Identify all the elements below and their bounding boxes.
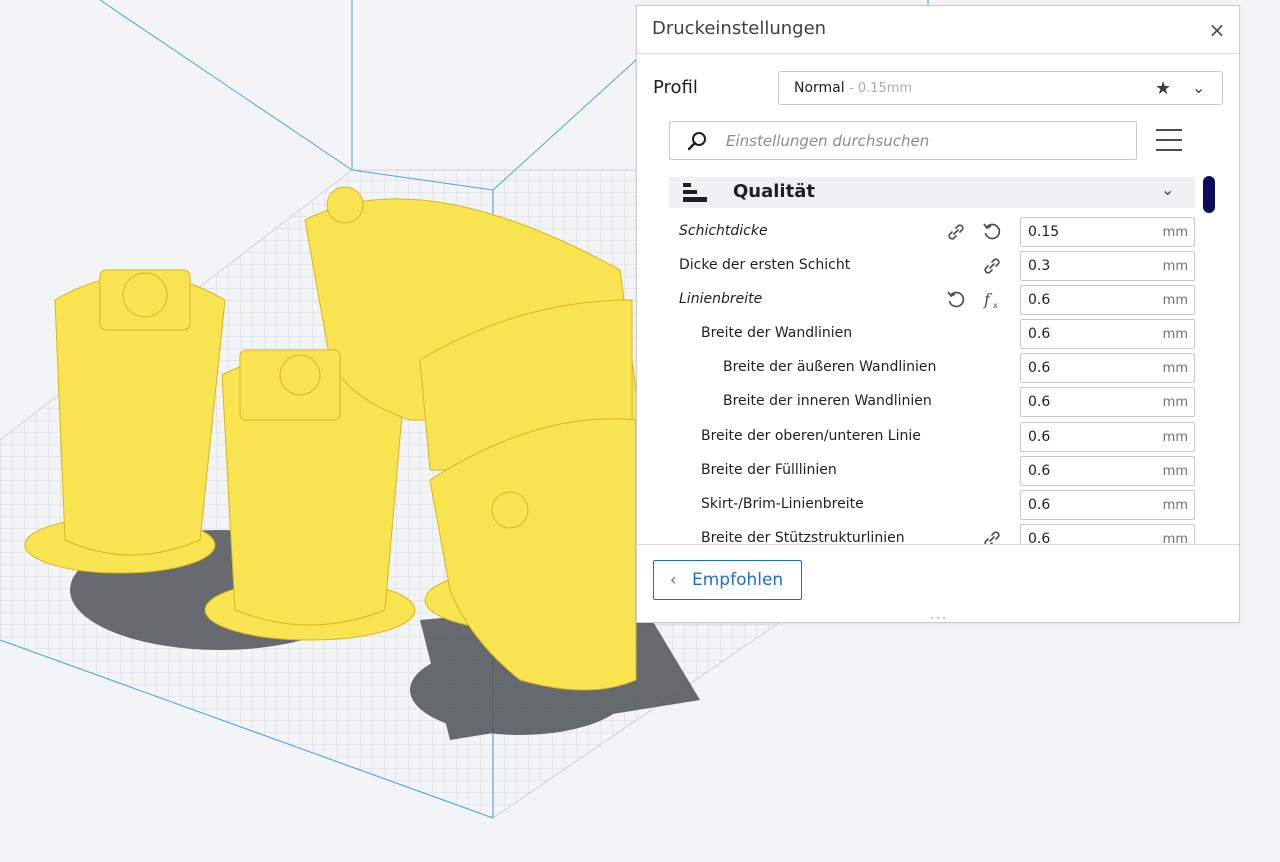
setting-value: 0.15 [1028, 224, 1060, 240]
setting-row: Skirt-/Brim-Linienbreite 0.6 mm [669, 488, 1199, 522]
menu-icon[interactable] [1156, 126, 1182, 154]
setting-unit: mm [1162, 532, 1188, 544]
setting-label: Breite der Fülllinien [701, 462, 837, 478]
setting-input[interactable]: 0.6 mm [1020, 353, 1195, 383]
chevron-down-icon[interactable]: ⌄ [1192, 78, 1205, 97]
setting-unit: mm [1162, 293, 1188, 308]
setting-label: Breite der äußeren Wandlinien [723, 359, 937, 375]
setting-value: 0.6 [1028, 531, 1051, 544]
function-icon[interactable]: fx [981, 289, 1003, 311]
reset-icon[interactable] [945, 289, 967, 311]
panel-title: Druckeinstellungen [652, 18, 827, 39]
setting-row: Breite der Wandlinien 0.6 mm [669, 317, 1199, 351]
setting-unit: mm [1162, 327, 1188, 342]
setting-input[interactable]: 0.6 mm [1020, 490, 1195, 520]
setting-value: 0.3 [1028, 258, 1051, 274]
link-icon[interactable] [945, 221, 967, 243]
chevron-left-icon: ‹ [670, 570, 677, 589]
setting-value: 0.6 [1028, 497, 1051, 513]
chevron-down-icon[interactable]: ⌄ [1161, 180, 1174, 199]
link-icon[interactable] [981, 255, 1003, 277]
settings-list: Schichtdicke 0.15 mm Dicke der ersten Sc… [669, 210, 1199, 544]
setting-unit: mm [1162, 430, 1188, 445]
category-label: Qualität [733, 181, 815, 202]
print-settings-panel: Druckeinstellungen × Profil Normal - 0.1… [636, 5, 1240, 623]
link-icon[interactable] [981, 528, 1003, 544]
search-icon [687, 132, 706, 151]
profile-dropdown[interactable]: Normal - 0.15mm ★ ⌄ [778, 71, 1223, 105]
scrollbar[interactable] [1203, 176, 1215, 213]
setting-input[interactable]: 0.6 mm [1020, 319, 1195, 349]
setting-unit: mm [1162, 395, 1188, 410]
setting-label: Breite der inneren Wandlinien [723, 393, 932, 409]
setting-input[interactable]: 0.15 mm [1020, 217, 1195, 247]
reset-icon[interactable] [981, 221, 1003, 243]
setting-unit: mm [1162, 259, 1188, 274]
setting-unit: mm [1162, 498, 1188, 513]
profile-label: Profil [653, 77, 698, 98]
setting-value: 0.6 [1028, 292, 1051, 308]
setting-label: Breite der Wandlinien [701, 325, 853, 341]
setting-row: Linienbreite fx 0.6 mm [669, 283, 1199, 317]
profile-layer-height: - 0.15mm [849, 81, 913, 96]
recommended-button[interactable]: ‹ Empfohlen [653, 560, 802, 600]
setting-unit: mm [1162, 361, 1188, 376]
setting-label: Linienbreite [679, 291, 763, 307]
footer-divider [637, 544, 1239, 545]
setting-value: 0.6 [1028, 360, 1051, 376]
setting-label: Skirt-/Brim-Linienbreite [701, 496, 864, 512]
setting-row: Breite der Stützstrukturlinien 0.6 mm [669, 522, 1199, 544]
setting-input[interactable]: 0.6 mm [1020, 456, 1195, 486]
setting-label: Breite der Stützstrukturlinien [701, 530, 905, 544]
setting-input[interactable]: 0.6 mm [1020, 285, 1195, 315]
setting-value: 0.6 [1028, 463, 1051, 479]
setting-value: 0.6 [1028, 394, 1051, 410]
setting-row: Schichtdicke 0.15 mm [669, 215, 1199, 249]
setting-unit: mm [1162, 225, 1188, 240]
search-input[interactable]: Einstellungen durchsuchen [669, 121, 1137, 160]
setting-label: Dicke der ersten Schicht [679, 257, 851, 273]
setting-row: Breite der inneren Wandlinien 0.6 mm [669, 385, 1199, 419]
quality-icon [683, 183, 707, 202]
close-icon[interactable]: × [1207, 20, 1227, 40]
svg-text:f: f [983, 290, 993, 309]
setting-input[interactable]: 0.6 mm [1020, 422, 1195, 452]
profile-name: Normal [794, 80, 845, 96]
star-icon[interactable]: ★ [1155, 78, 1171, 99]
setting-row: Breite der äußeren Wandlinien 0.6 mm [669, 351, 1199, 385]
setting-unit: mm [1162, 464, 1188, 479]
setting-value: 0.6 [1028, 429, 1051, 445]
setting-row: Dicke der ersten Schicht 0.3 mm [669, 249, 1199, 283]
category-quality[interactable]: Qualität ⌄ [669, 177, 1195, 208]
panel-header: Druckeinstellungen × [637, 6, 1239, 54]
setting-value: 0.6 [1028, 326, 1051, 342]
setting-label: Schichtdicke [679, 223, 768, 239]
setting-input[interactable]: 0.6 mm [1020, 524, 1195, 544]
setting-input[interactable]: 0.3 mm [1020, 251, 1195, 281]
recommended-label: Empfohlen [692, 570, 784, 590]
setting-row: Breite der Fülllinien 0.6 mm [669, 454, 1199, 488]
setting-label: Breite der oberen/unteren Linie [701, 428, 921, 444]
resize-grip-icon[interactable] [924, 616, 952, 620]
setting-row: Breite der oberen/unteren Linie 0.6 mm [669, 420, 1199, 454]
setting-input[interactable]: 0.6 mm [1020, 387, 1195, 417]
search-placeholder: Einstellungen durchsuchen [726, 132, 930, 150]
svg-text:x: x [993, 301, 998, 310]
